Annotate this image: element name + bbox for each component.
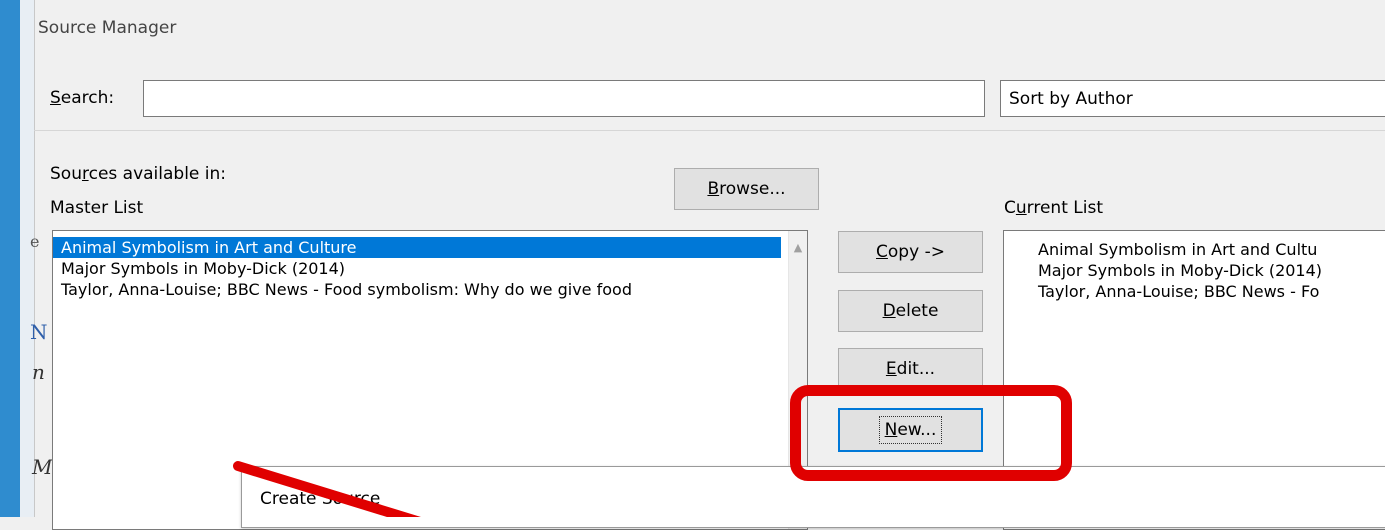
- annotation-arrow-icon: [233, 461, 421, 517]
